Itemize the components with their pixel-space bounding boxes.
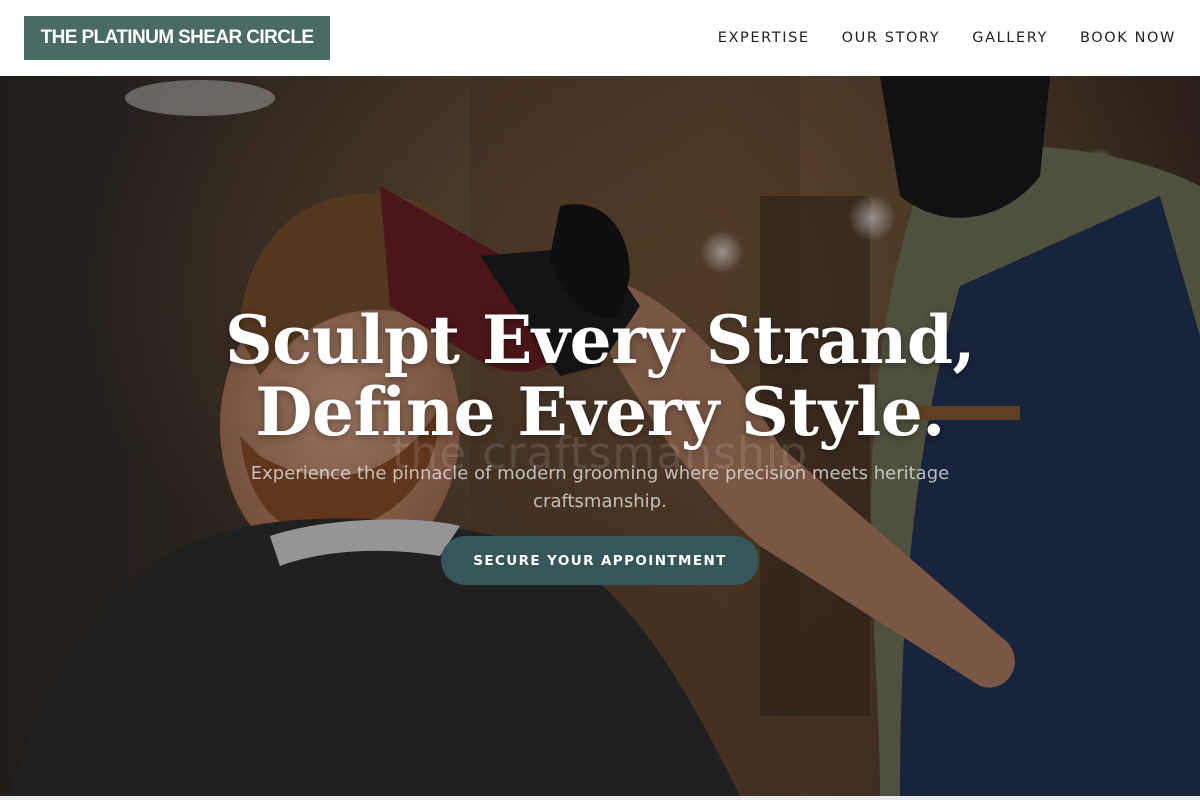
secure-appointment-button[interactable]: SECURE YOUR APPOINTMENT [441, 536, 759, 585]
hero-headline-line-1: Sculpt Every Strand, [224, 301, 976, 379]
logo[interactable]: THE PLATINUM SHEAR CIRCLE [24, 16, 330, 60]
nav-item-book-now[interactable]: BOOK NOW [1080, 30, 1176, 46]
nav-item-gallery[interactable]: GALLERY [972, 30, 1048, 46]
hero-headline-line-2: Define Every Style. [255, 373, 945, 451]
nav-item-expertise[interactable]: EXPERTISE [718, 30, 810, 46]
site-header: THE PLATINUM SHEAR CIRCLE EXPERTISE OUR … [0, 0, 1200, 76]
hero-subtitle: Experience the pinnacle of modern groomi… [250, 463, 950, 512]
page-bottom-strip [0, 796, 1200, 800]
nav-item-our-story[interactable]: OUR STORY [842, 30, 941, 46]
main-nav: EXPERTISE OUR STORY GALLERY BOOK NOW [718, 0, 1176, 76]
hero-section: the craftsmanship Sculpt Every Strand, D… [0, 76, 1200, 796]
hero-headline: Sculpt Every Strand, Define Every Style. [150, 304, 1050, 448]
